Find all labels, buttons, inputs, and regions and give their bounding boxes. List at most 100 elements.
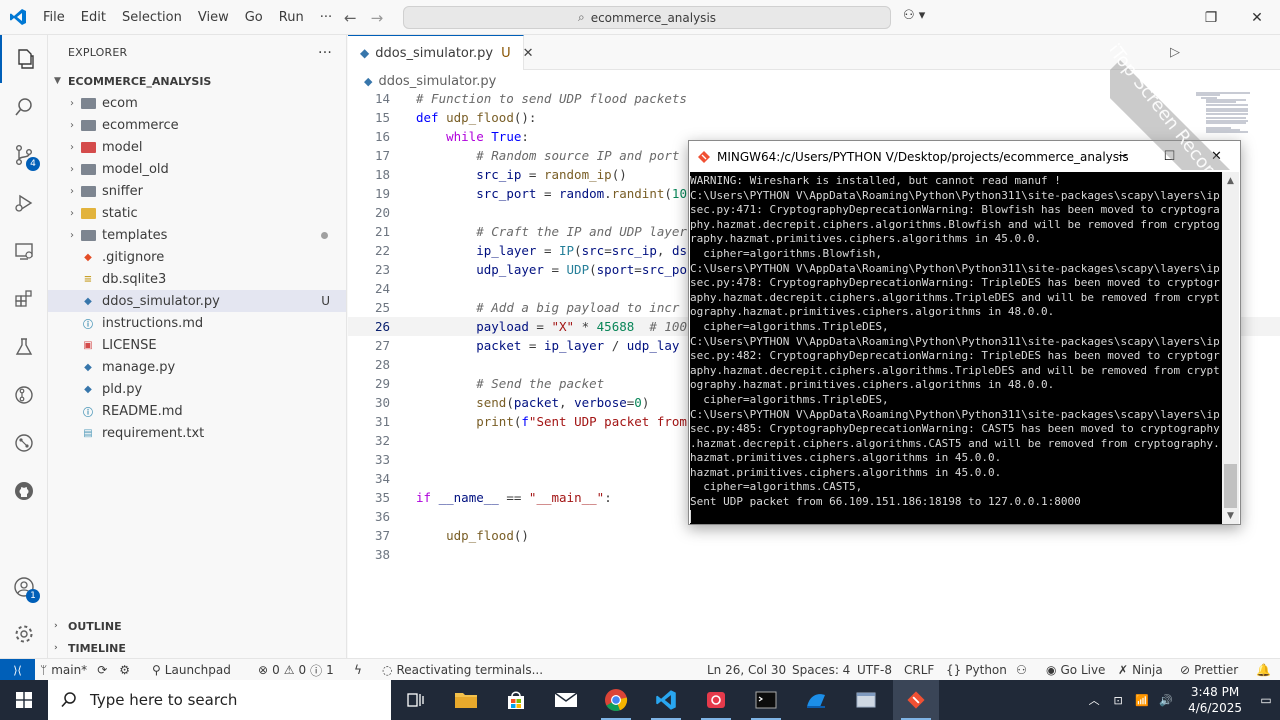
terminal-output[interactable]: WARNING: Wireshark is installed, but can… — [690, 172, 1224, 524]
workspace-root[interactable]: ▼ ECOMMERCE_ANALYSIS — [48, 70, 346, 92]
tree-item[interactable]: › sniffer — [48, 180, 346, 202]
tree-item[interactable]: › ecom — [48, 92, 346, 114]
taskbar-search-box[interactable]: Type here to search — [48, 680, 391, 720]
indentation[interactable]: Spaces: 4 — [792, 659, 850, 681]
tree-item[interactable]: › ecommerce — [48, 114, 346, 136]
mail-icon[interactable] — [543, 680, 589, 720]
terminal-prompt-line — [690, 509, 1224, 524]
window-app-icon[interactable] — [843, 680, 889, 720]
sync-icon[interactable]: ⟳ — [97, 663, 107, 677]
close-terminal-button[interactable]: ✕ — [1193, 141, 1240, 172]
remote-indicator-icon[interactable]: ⟩⟨ — [0, 659, 35, 681]
tab-ddos-simulator[interactable]: ◆ ddos_simulator.py U ✕ — [348, 35, 534, 70]
more-actions-icon[interactable]: ··· — [318, 45, 332, 61]
extensions-icon[interactable] — [0, 275, 48, 323]
git-bash-taskbar-icon[interactable] — [893, 680, 939, 720]
restore-window-button[interactable]: ❐ — [1188, 0, 1234, 35]
warning-icon: ⚠ — [283, 663, 295, 677]
tree-item[interactable]: › model — [48, 136, 346, 158]
notifications-icon[interactable]: ▭ — [1252, 693, 1280, 707]
cursor-position[interactable]: Ln 26, Col 30 — [707, 659, 786, 681]
menu-selection[interactable]: Selection — [114, 0, 190, 35]
task-view-icon[interactable] — [393, 680, 439, 720]
code-text: # Craft the IP and UDP layer — [476, 224, 687, 239]
network-icon[interactable]: 📶 — [1130, 694, 1154, 707]
tree-item[interactable]: ◆ pld.py — [48, 378, 346, 400]
terminal-scrollbar[interactable]: ▲ ▼ — [1222, 172, 1239, 524]
gitlens-icon[interactable] — [0, 371, 48, 419]
copilot-status-icon[interactable]: ⚇ — [1016, 659, 1027, 681]
menu-go[interactable]: Go — [237, 0, 271, 35]
timeline-section[interactable]: › TIMELINE — [48, 637, 347, 659]
forward-arrow-icon[interactable]: → — [371, 9, 384, 27]
end-of-line[interactable]: CRLF — [904, 659, 934, 681]
tree-item[interactable]: ▤ requirement.txt — [48, 422, 346, 444]
run-debug-icon[interactable] — [0, 179, 48, 227]
source-control-icon[interactable]: 4 — [0, 131, 48, 179]
minimize-terminal-button[interactable]: ─ — [1099, 141, 1146, 172]
ninja-item[interactable]: ✗ Ninja — [1118, 659, 1163, 681]
notifications-bell-icon[interactable]: 🔔 — [1256, 659, 1271, 681]
windows-start-icon[interactable] — [0, 680, 48, 720]
prettier-item[interactable]: ⊘ Prettier — [1180, 659, 1238, 681]
tree-item[interactable]: ⓘ README.md — [48, 400, 346, 422]
encoding[interactable]: UTF-8 — [857, 659, 892, 681]
tree-item[interactable]: › templates — [48, 224, 346, 246]
menu-view[interactable]: View — [190, 0, 237, 35]
microsoft-store-icon[interactable] — [493, 680, 539, 720]
tree-item[interactable]: › model_old — [48, 158, 346, 180]
language-mode[interactable]: {} Python — [946, 659, 1007, 681]
scrollbar-thumb[interactable] — [1224, 464, 1237, 508]
show-hidden-icons-icon[interactable]: ︿ — [1082, 692, 1106, 708]
go-live-button[interactable]: ◉ Go Live — [1046, 659, 1105, 681]
chrome-icon[interactable] — [593, 680, 639, 720]
line-number: 26 — [374, 319, 390, 334]
tree-item[interactable]: ⓘ instructions.md — [48, 312, 346, 334]
scroll-up-arrow-icon[interactable]: ▲ — [1222, 172, 1239, 189]
close-window-button[interactable]: ✕ — [1234, 0, 1280, 35]
outline-section[interactable]: › OUTLINE — [48, 615, 347, 637]
breadcrumb-file[interactable]: ddos_simulator.py — [378, 74, 496, 89]
menu-file[interactable]: File — [35, 0, 73, 35]
copilot-icon[interactable]: ⚇ ▾ — [903, 8, 925, 23]
back-arrow-icon[interactable]: ← — [344, 9, 357, 27]
vscode-taskbar-icon[interactable] — [643, 680, 689, 720]
tree-item[interactable]: ▣ LICENSE — [48, 334, 346, 356]
menu-edit[interactable]: Edit — [73, 0, 114, 35]
settings-gear-icon[interactable] — [0, 610, 48, 658]
problems-indicator[interactable]: ⊗ 0 ⚠ 0 ⓘ 1 — [258, 659, 334, 681]
menu-more[interactable]: ··· — [312, 0, 340, 35]
tree-item[interactable]: ≡ db.sqlite3 — [48, 268, 346, 290]
search-icon[interactable] — [0, 83, 48, 131]
tree-item[interactable]: ◆ .gitignore — [48, 246, 346, 268]
remote-explorer-icon[interactable] — [0, 227, 48, 275]
explorer-icon[interactable] — [0, 35, 48, 83]
tree-item[interactable]: ◆ ddos_simulator.py U — [48, 290, 346, 312]
run-file-icon[interactable]: ▷ — [1170, 45, 1180, 60]
file-explorer-icon[interactable] — [443, 680, 489, 720]
tree-item[interactable]: › static — [48, 202, 346, 224]
command-center-search[interactable]: ⌕ ecommerce_analysis — [403, 6, 891, 29]
scroll-down-arrow-icon[interactable]: ▼ — [1222, 507, 1239, 524]
close-tab-icon[interactable]: ✕ — [523, 46, 534, 61]
tree-item-label: db.sqlite3 — [102, 271, 167, 287]
screen-recorder-icon[interactable] — [693, 680, 739, 720]
branch-indicator[interactable]: ᛘ main* ⟳ ⚙ — [40, 659, 130, 681]
volume-icon[interactable]: 🔊 — [1154, 694, 1178, 707]
testing-icon[interactable] — [0, 323, 48, 371]
gitlens-status-icon[interactable]: ⚙ — [119, 663, 130, 677]
taskbar-clock[interactable]: 3:48 PM 4/6/2025 — [1178, 684, 1252, 716]
tree-item-label: instructions.md — [102, 315, 204, 331]
lightning-icon[interactable]: ϟ — [354, 659, 362, 681]
tray-app-icon[interactable]: ⊡ — [1106, 694, 1130, 707]
maximize-terminal-button[interactable]: ☐ — [1146, 141, 1193, 172]
git-graph-icon[interactable] — [0, 419, 48, 467]
edge-icon[interactable] — [793, 680, 839, 720]
terminal-taskbar-icon[interactable] — [743, 680, 789, 720]
line-number: 31 — [374, 414, 390, 429]
accounts-icon[interactable]: 1 — [0, 563, 48, 611]
github-icon[interactable] — [0, 467, 48, 515]
launchpad-item[interactable]: ⚲ Launchpad — [152, 659, 231, 681]
menu-run[interactable]: Run — [271, 0, 312, 35]
tree-item[interactable]: ◆ manage.py — [48, 356, 346, 378]
